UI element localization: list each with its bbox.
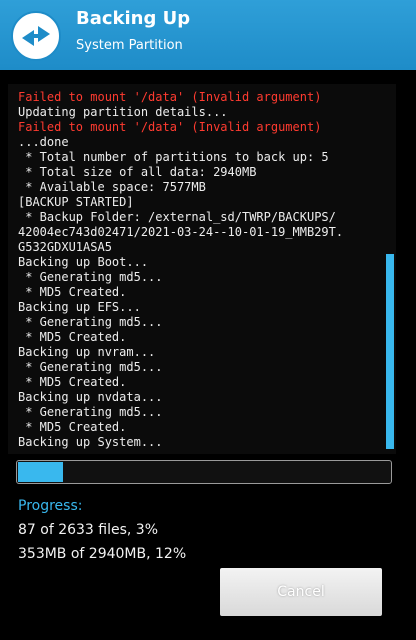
console-scrollbar-thumb[interactable] — [386, 254, 394, 449]
console-line: 42004ec743d02471/2021-03-24--10-01-19_MM… — [18, 225, 344, 239]
progress-label: Progress: — [18, 498, 83, 514]
console-line: Backing up nvdata... — [18, 390, 163, 404]
console-line: Failed to mount '/data' (Invalid argumen… — [18, 120, 322, 134]
progress-bar-fill — [18, 462, 63, 482]
console-line: * Total size of all data: 2940MB — [18, 165, 257, 179]
console-line: * Available space: 7577MB — [18, 180, 206, 194]
console-line: Failed to mount '/data' (Invalid argumen… — [18, 90, 322, 104]
console-line: * Generating md5... — [18, 360, 163, 374]
cancel-button[interactable]: Cancel — [220, 568, 382, 616]
size-progress-text: 353MB of 2940MB, 12% — [18, 546, 187, 562]
console-line: Backing up EFS... — [18, 300, 141, 314]
console-line: * MD5 Created. — [18, 330, 127, 344]
console-line: Updating partition details... — [18, 105, 228, 119]
console-text: Failed to mount '/data' (Invalid argumen… — [18, 90, 378, 450]
console-line: * Total number of partitions to back up:… — [18, 150, 329, 164]
console-line: [BACKUP STARTED] — [18, 195, 134, 209]
console-line: * MD5 Created. — [18, 420, 127, 434]
console-log[interactable]: Failed to mount '/data' (Invalid argumen… — [8, 84, 396, 454]
console-line: ...done — [18, 135, 69, 149]
console-line: Backing up nvram... — [18, 345, 156, 359]
console-line: * MD5 Created. — [18, 285, 127, 299]
console-line: * Generating md5... — [18, 315, 163, 329]
header-bar: Backing Up System Partition — [0, 0, 416, 70]
console-line: G532GDXU1ASA5 — [18, 240, 112, 254]
files-progress-text: 87 of 2633 files, 3% — [18, 522, 159, 538]
progress-bar — [16, 460, 392, 484]
twrp-logo-icon — [11, 11, 61, 61]
console-line: * Generating md5... — [18, 405, 163, 419]
page-subtitle: System Partition — [76, 38, 183, 53]
console-line: * MD5 Created. — [18, 375, 127, 389]
console-line: * Backup Folder: /external_sd/TWRP/BACKU… — [18, 210, 336, 224]
console-line: Backing up System... — [18, 435, 163, 449]
console-line: * Generating md5... — [18, 270, 163, 284]
console-line: Backing up Boot... — [18, 255, 149, 269]
page-title: Backing Up — [76, 8, 191, 29]
